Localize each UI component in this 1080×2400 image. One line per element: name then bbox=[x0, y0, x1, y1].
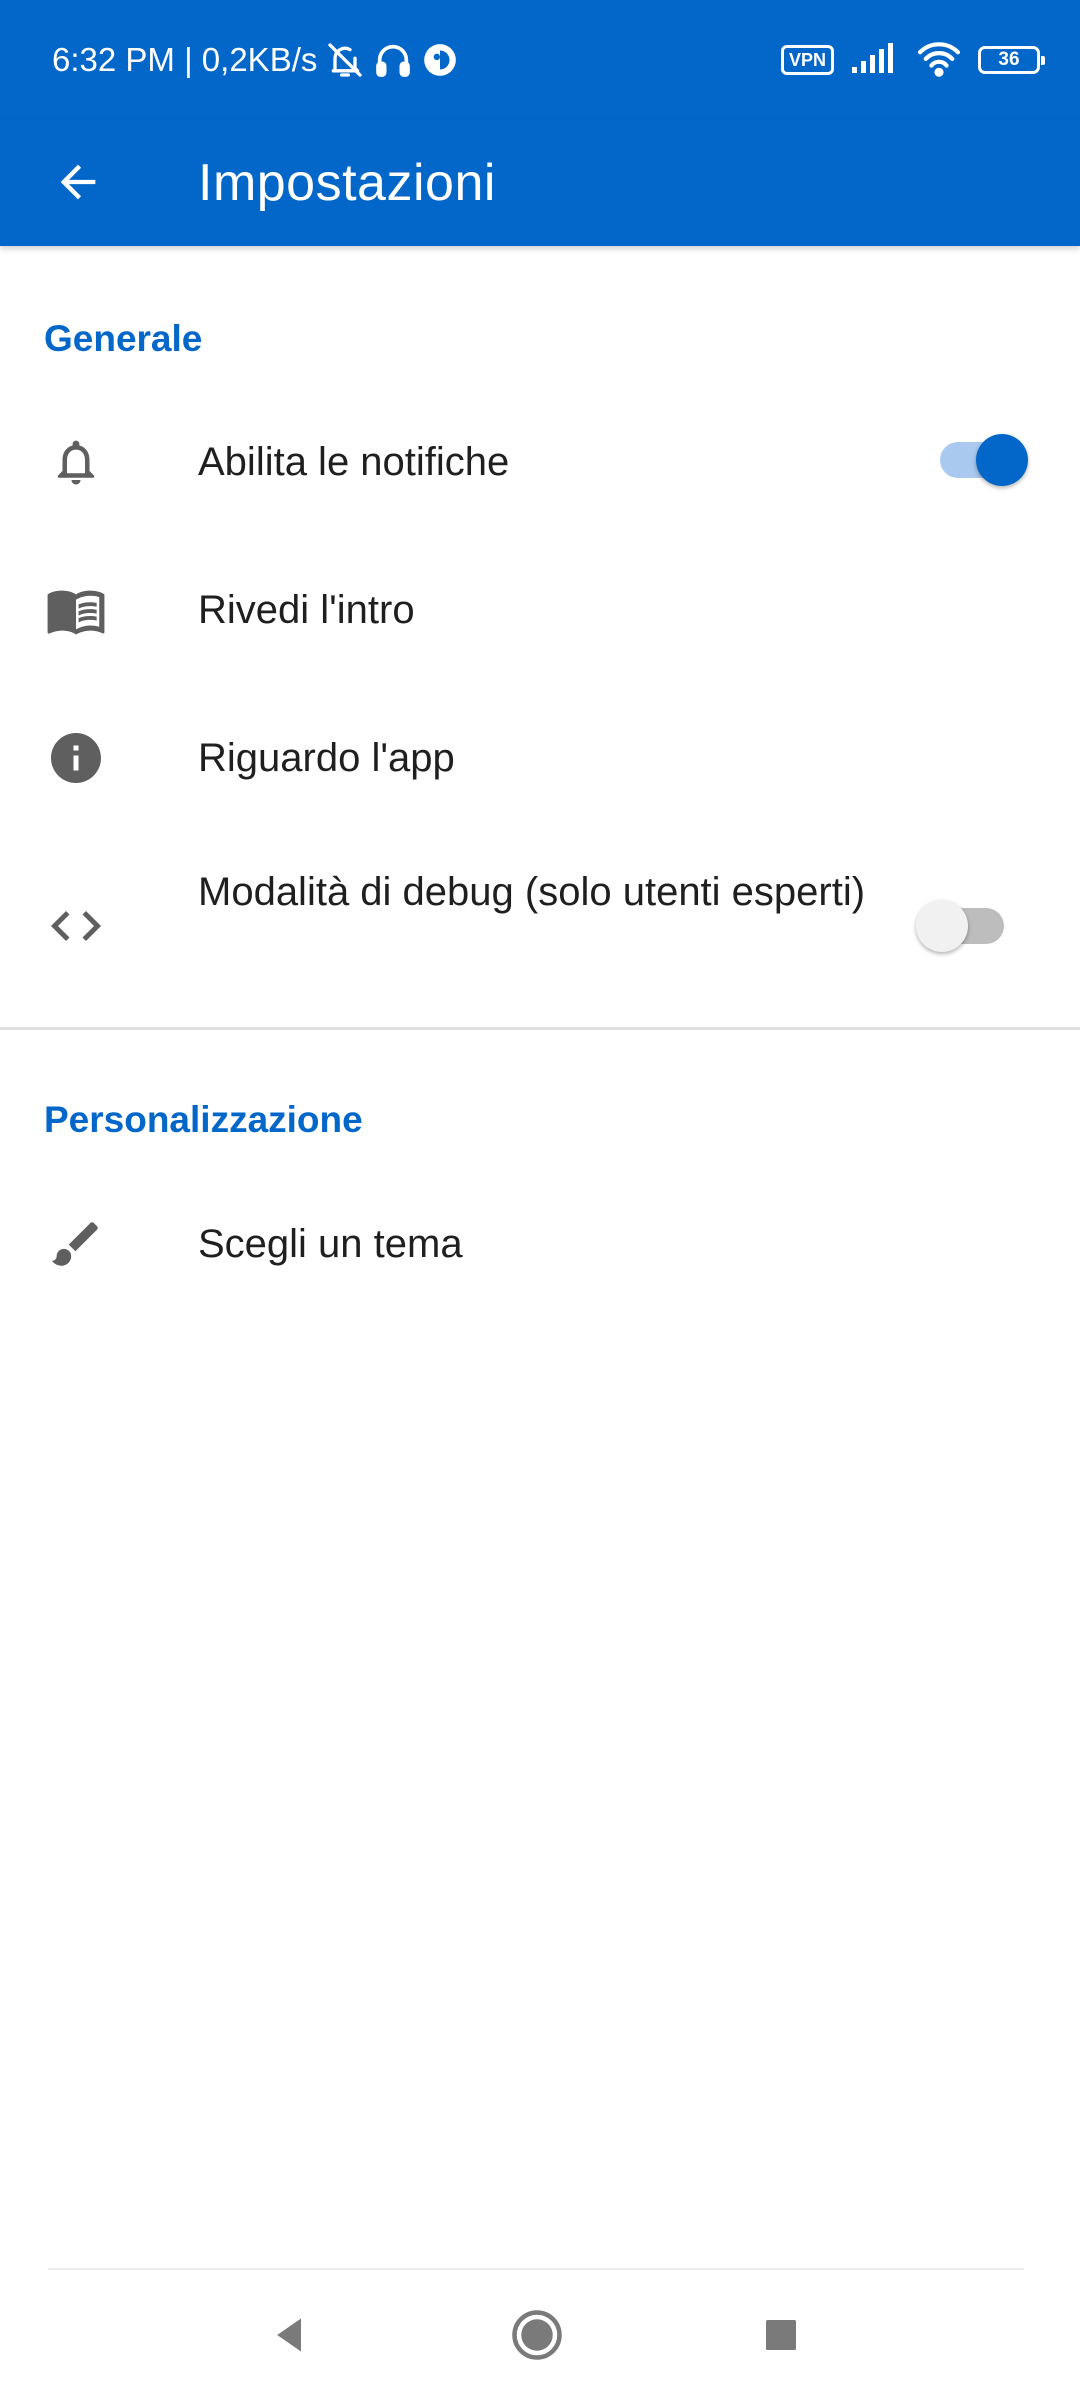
brush-icon bbox=[44, 1212, 108, 1276]
status-bar: 6:32 PM | 0,2KB/s VPN 36 bbox=[0, 0, 1080, 120]
toggle-thumb bbox=[976, 434, 1028, 486]
wifi-icon bbox=[916, 39, 962, 82]
recents-square-icon bbox=[766, 2320, 796, 2350]
bell-icon bbox=[44, 430, 108, 494]
setting-label-about: Riguardo l'app bbox=[198, 736, 455, 780]
status-time: 6:32 PM | 0,2KB/s bbox=[52, 41, 318, 78]
nav-back-button[interactable] bbox=[255, 2300, 325, 2370]
vpn-badge: VPN bbox=[780, 45, 834, 75]
setting-row-notifications[interactable]: Abilita le notifiche bbox=[0, 412, 1080, 512]
section-divider bbox=[0, 1027, 1080, 1030]
setting-row-theme[interactable]: Scegli un tema bbox=[0, 1194, 1080, 1294]
system-nav-bar bbox=[0, 2270, 1080, 2400]
back-button[interactable] bbox=[40, 144, 116, 220]
setting-label-intro: Rivedi l'intro bbox=[198, 588, 415, 632]
battery-icon: 36 bbox=[978, 46, 1045, 74]
info-icon bbox=[44, 726, 108, 790]
battery-level: 36 bbox=[998, 49, 1020, 70]
headphones-icon bbox=[373, 40, 413, 80]
setting-label-notifications: Abilita le notifiche bbox=[198, 440, 510, 484]
nav-recents-button[interactable] bbox=[746, 2300, 816, 2370]
book-icon bbox=[44, 578, 108, 642]
code-icon bbox=[44, 894, 108, 958]
section-header-generale: Generale bbox=[44, 318, 203, 359]
arrow-back-icon bbox=[60, 164, 96, 200]
signal-icon bbox=[850, 41, 900, 80]
setting-row-intro[interactable]: Rivedi l'intro bbox=[0, 560, 1080, 660]
app-notification-icon bbox=[421, 41, 459, 79]
setting-label-theme: Scegli un tema bbox=[198, 1222, 463, 1266]
home-circle-icon bbox=[512, 2310, 562, 2360]
back-triangle-icon bbox=[277, 2318, 301, 2352]
bell-off-icon bbox=[325, 40, 365, 80]
section-header-personalizzazione: Personalizzazione bbox=[44, 1099, 363, 1140]
nav-home-button[interactable] bbox=[502, 2300, 572, 2370]
page-title: Impostazioni bbox=[198, 154, 496, 212]
setting-row-about[interactable]: Riguardo l'app bbox=[0, 708, 1080, 808]
toggle-thumb bbox=[916, 900, 968, 952]
setting-row-debug[interactable]: Modalità di debug (solo utenti esperti) bbox=[0, 866, 1080, 986]
status-right: VPN 36 bbox=[780, 34, 1045, 86]
status-left: 6:32 PM | 0,2KB/s bbox=[52, 34, 459, 86]
setting-label-debug: Modalità di debug (solo utenti esperti) bbox=[198, 870, 866, 914]
app-bar: Impostazioni bbox=[0, 120, 1080, 246]
